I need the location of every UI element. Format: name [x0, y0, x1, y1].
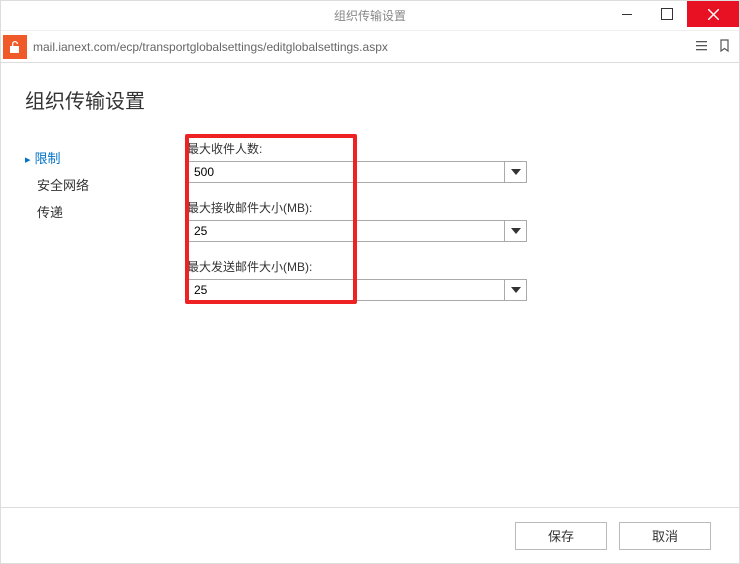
address-bar: mail.ianext.com/ecp/transportglobalsetti… — [1, 31, 739, 63]
input-max-receive-size[interactable] — [187, 220, 505, 242]
url-text[interactable]: mail.ianext.com/ecp/transportglobalsetti… — [33, 40, 695, 54]
input-max-recipients[interactable] — [187, 161, 505, 183]
addressbar-right-icons — [695, 39, 731, 55]
window-controls — [607, 1, 739, 27]
field-max-receive-size: 最大接收邮件大小(MB): — [187, 199, 715, 242]
reader-mode-icon[interactable] — [695, 39, 708, 55]
close-icon — [708, 9, 719, 20]
minimize-button[interactable] — [607, 1, 647, 27]
dropdown-max-send-size[interactable] — [505, 279, 527, 301]
sidebar-item-safety-net[interactable]: 安全网络 — [25, 171, 175, 198]
dropdown-max-receive-size[interactable] — [505, 220, 527, 242]
footer-bar: 保存 取消 — [1, 507, 739, 563]
save-button[interactable]: 保存 — [515, 522, 607, 550]
window-titlebar: 组织传输设置 — [1, 1, 739, 31]
label-max-send-size: 最大发送邮件大小(MB): — [187, 258, 715, 275]
page-title: 组织传输设置 — [25, 85, 715, 114]
field-max-send-size: 最大发送邮件大小(MB): — [187, 258, 715, 301]
maximize-button[interactable] — [647, 1, 687, 27]
label-max-receive-size: 最大接收邮件大小(MB): — [187, 199, 715, 216]
content-area: 组织传输设置 限制 安全网络 传递 最大收件人数: 最大接收邮件大小(MB): — [1, 63, 739, 507]
window-title: 组织传输设置 — [334, 7, 406, 24]
dropdown-max-recipients[interactable] — [505, 161, 527, 183]
input-max-send-size[interactable] — [187, 279, 505, 301]
cancel-button[interactable]: 取消 — [619, 522, 711, 550]
field-max-recipients: 最大收件人数: — [187, 140, 715, 183]
site-identity-button[interactable] — [3, 35, 27, 59]
sidebar-item-limits[interactable]: 限制 — [25, 144, 175, 171]
close-button[interactable] — [687, 1, 739, 27]
form-panel: 最大收件人数: 最大接收邮件大小(MB): 最大发送邮件大小(MB): — [175, 140, 715, 317]
sidebar-nav: 限制 安全网络 传递 — [25, 140, 175, 317]
unlock-icon — [9, 40, 21, 54]
label-max-recipients: 最大收件人数: — [187, 140, 715, 157]
bookmark-icon[interactable] — [718, 39, 731, 55]
sidebar-item-delivery[interactable]: 传递 — [25, 198, 175, 225]
